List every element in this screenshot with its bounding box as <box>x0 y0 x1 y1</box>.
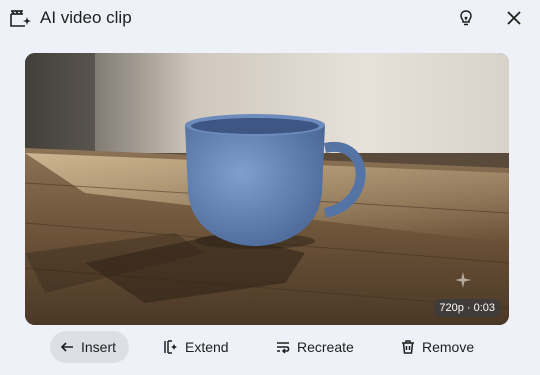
insert-label: Insert <box>81 339 117 355</box>
dialog-title: AI video clip <box>40 8 132 27</box>
remove-button[interactable]: Remove <box>400 331 474 363</box>
extend-label: Extend <box>185 339 229 355</box>
insert-button[interactable]: Insert <box>50 331 129 363</box>
recreate-button[interactable]: Recreate <box>275 331 354 363</box>
dialog-header: AI video clip <box>0 0 540 36</box>
video-frame-image <box>25 53 509 325</box>
lightbulb-icon[interactable] <box>454 6 478 30</box>
sparkle-icon <box>454 271 472 289</box>
recreate-icon <box>277 342 290 354</box>
trash-icon <box>402 340 414 354</box>
action-bar: Insert Extend Recreate Remove <box>0 330 540 364</box>
extend-icon <box>164 340 177 354</box>
clip-sparkle-icon <box>9 8 31 30</box>
extend-button[interactable]: Extend <box>163 331 229 363</box>
resolution-duration-badge: 720p · 0:03 <box>434 299 500 317</box>
arrow-left-icon <box>60 342 73 352</box>
close-icon[interactable] <box>502 6 526 30</box>
video-preview[interactable]: 720p · 0:03 <box>25 53 509 325</box>
recreate-label: Recreate <box>297 339 354 355</box>
remove-label: Remove <box>422 339 475 355</box>
